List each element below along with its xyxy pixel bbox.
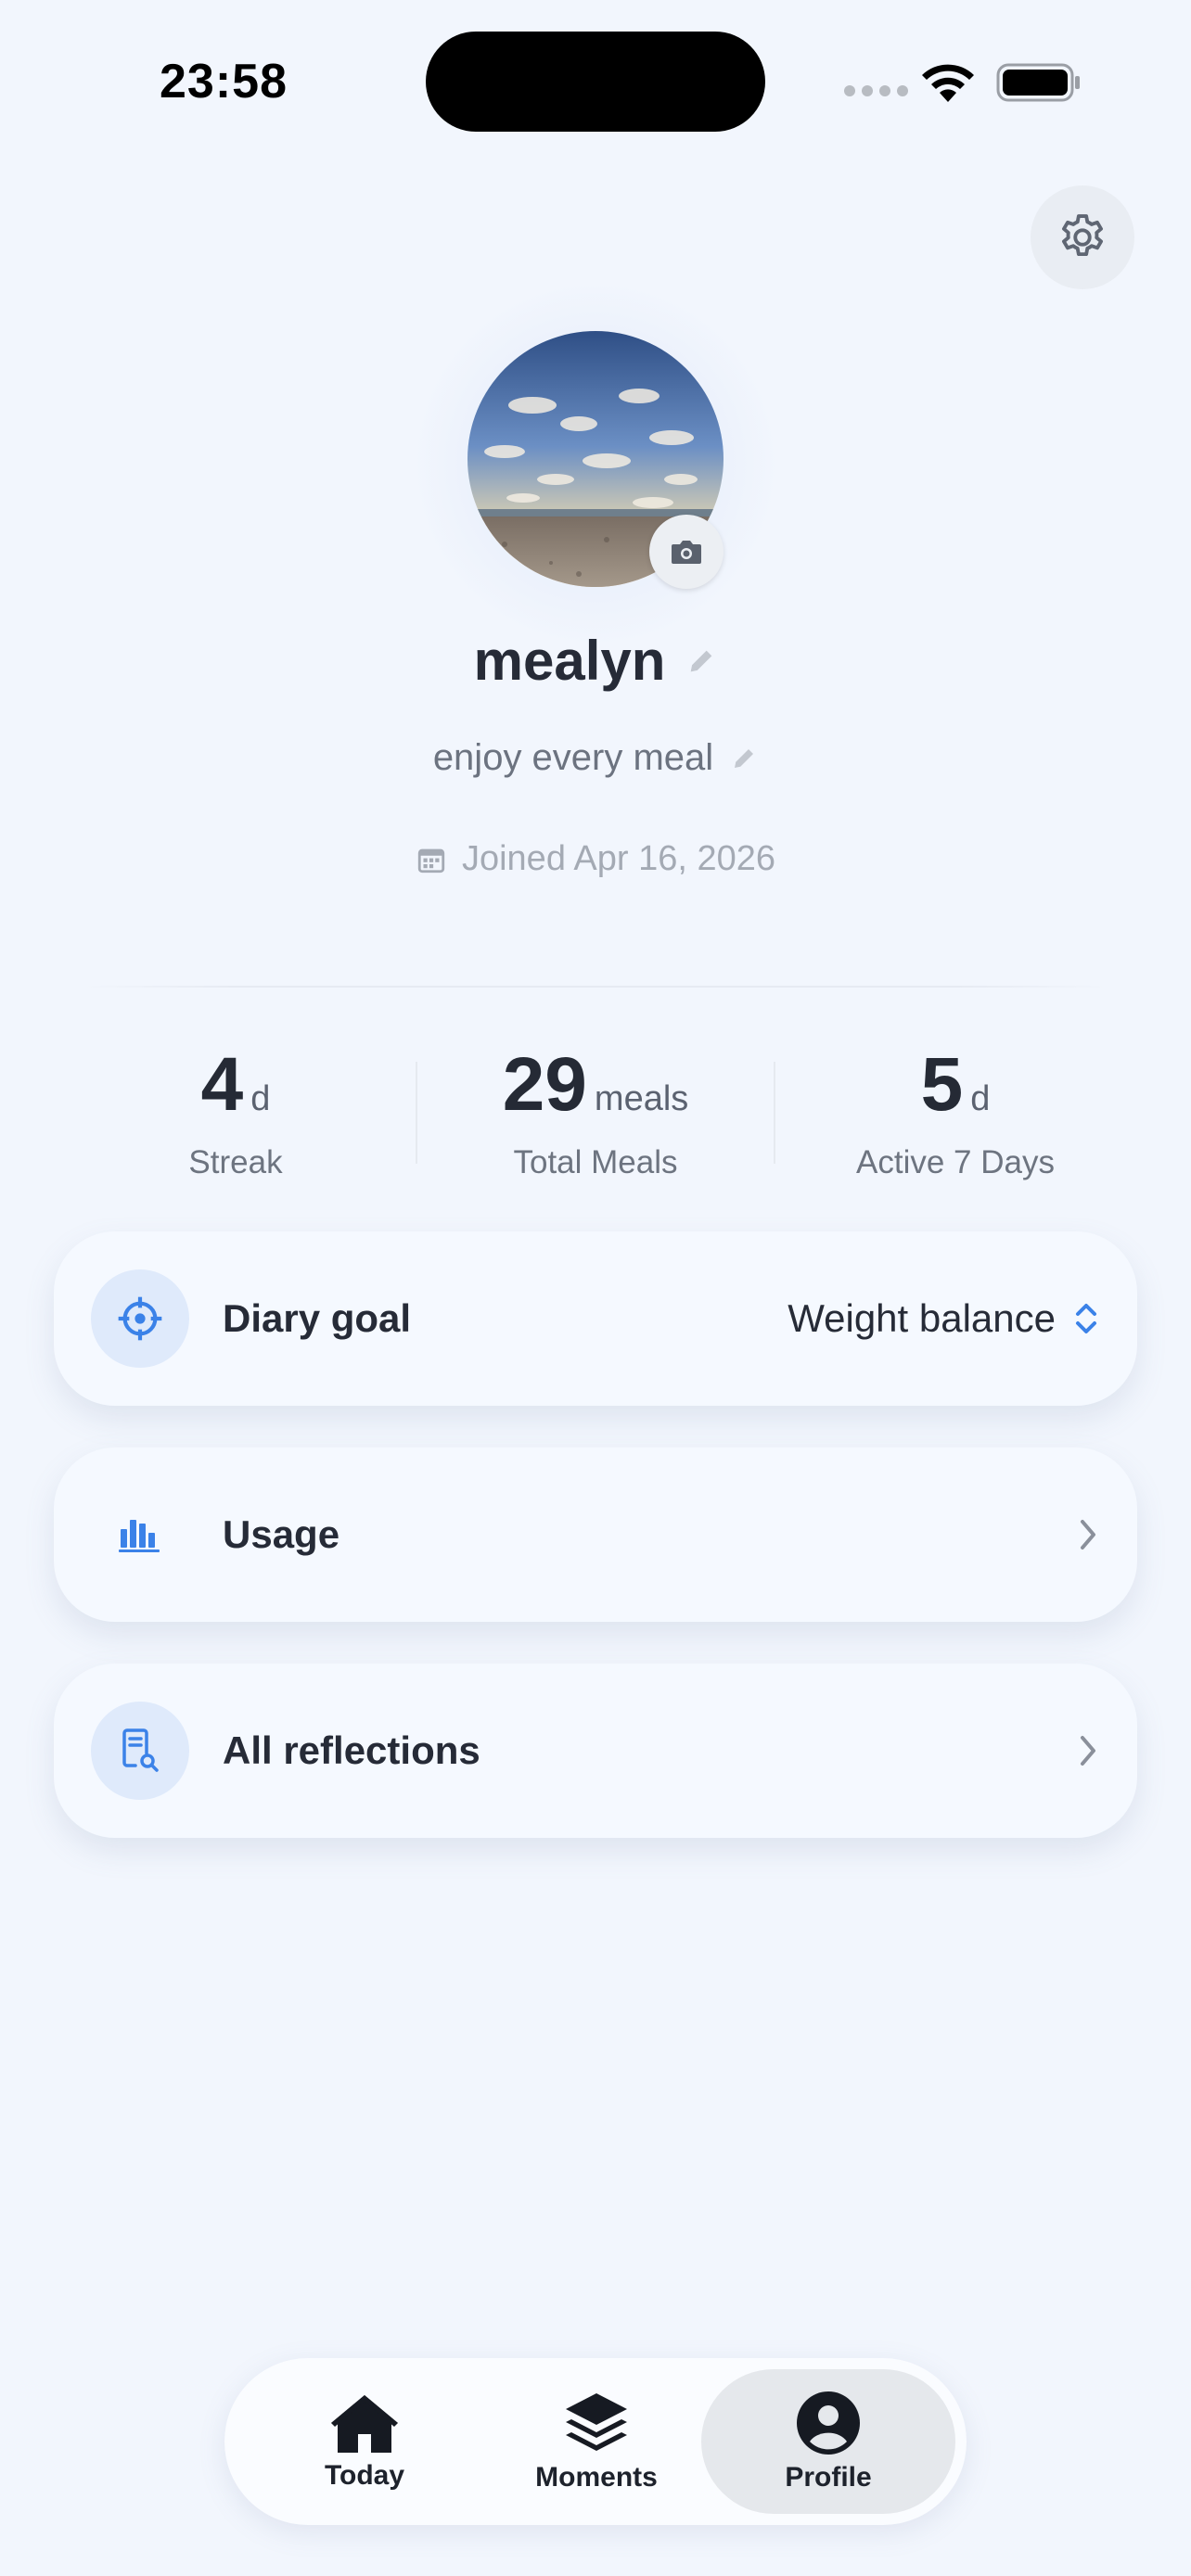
gear-icon bbox=[1062, 214, 1103, 257]
usage-title: Usage bbox=[223, 1512, 340, 1556]
stat-separator bbox=[416, 1062, 417, 1164]
diary-goal-title: Diary goal bbox=[223, 1296, 412, 1340]
home-icon bbox=[331, 2395, 398, 2453]
stat-value: 5 bbox=[920, 1042, 964, 1127]
username: mealyn bbox=[473, 630, 666, 692]
status-time: 23:58 bbox=[160, 55, 288, 108]
chevron-up-down-icon[interactable] bbox=[1072, 1298, 1100, 1339]
settings-button[interactable] bbox=[1031, 185, 1134, 289]
stats-row: 4 d Streak 29 meals Total Meals 5 d Acti… bbox=[56, 1039, 1135, 1187]
tab-bar: Today Moments Profile bbox=[224, 2358, 967, 2525]
tab-moments[interactable]: Moments bbox=[469, 2369, 724, 2514]
reflections-icon-badge bbox=[91, 1702, 189, 1800]
dynamic-island bbox=[426, 32, 765, 132]
diary-goal-card[interactable]: Diary goal Weight balance bbox=[54, 1231, 1137, 1406]
signal-icon bbox=[844, 85, 908, 96]
stat-total-meals: 29 meals Total Meals bbox=[416, 1039, 775, 1187]
goal-icon-badge bbox=[91, 1269, 189, 1368]
stat-unit: d bbox=[970, 1079, 991, 1118]
all-reflections-title: All reflections bbox=[223, 1728, 480, 1772]
camera-icon bbox=[672, 541, 701, 564]
stat-streak: 4 d Streak bbox=[56, 1039, 416, 1187]
target-icon bbox=[118, 1296, 162, 1341]
edit-name-pencil-icon[interactable] bbox=[685, 645, 717, 677]
username-row: mealyn bbox=[0, 629, 1191, 693]
layers-icon bbox=[566, 2393, 627, 2451]
usage-card[interactable]: Usage bbox=[54, 1447, 1137, 1622]
tab-today[interactable]: Today bbox=[237, 2369, 492, 2514]
diary-goal-value[interactable]: Weight balance bbox=[788, 1296, 1056, 1341]
chevron-right-icon bbox=[1081, 1736, 1095, 1766]
edit-bio-pencil-icon[interactable] bbox=[730, 745, 758, 772]
stat-label: Active 7 Days bbox=[856, 1144, 1055, 1180]
bio-text: enjoy every meal bbox=[432, 737, 714, 778]
calendar-icon bbox=[417, 848, 445, 873]
all-reflections-card[interactable]: All reflections bbox=[54, 1664, 1137, 1838]
usage-icon-badge bbox=[91, 1486, 189, 1584]
stat-label: Total Meals bbox=[513, 1144, 678, 1180]
stat-unit: d bbox=[250, 1079, 271, 1118]
bio-row: enjoy every meal bbox=[0, 737, 1191, 779]
tab-label: Profile bbox=[785, 2462, 872, 2493]
tab-label: Moments bbox=[535, 2462, 658, 2493]
battery-icon bbox=[996, 63, 1080, 102]
divider bbox=[83, 986, 1108, 988]
change-photo-button[interactable] bbox=[649, 515, 724, 589]
chevron-right-icon bbox=[1081, 1520, 1095, 1549]
tab-profile[interactable]: Profile bbox=[701, 2369, 955, 2514]
stat-active-days: 5 d Active 7 Days bbox=[775, 1039, 1135, 1187]
tab-label: Today bbox=[324, 2460, 405, 2491]
stat-value: 29 bbox=[502, 1042, 587, 1127]
stat-unit: meals bbox=[594, 1079, 689, 1118]
bar-chart-icon bbox=[119, 1520, 160, 1552]
user-circle-icon bbox=[797, 2391, 860, 2455]
joined-date: Joined Apr 16, 2026 bbox=[461, 839, 776, 878]
joined-row: Joined Apr 16, 2026 bbox=[0, 839, 1191, 879]
document-search-icon bbox=[122, 1728, 159, 1772]
wifi-icon bbox=[922, 64, 974, 102]
stat-value: 4 bbox=[200, 1042, 244, 1127]
stat-label: Streak bbox=[188, 1144, 283, 1180]
